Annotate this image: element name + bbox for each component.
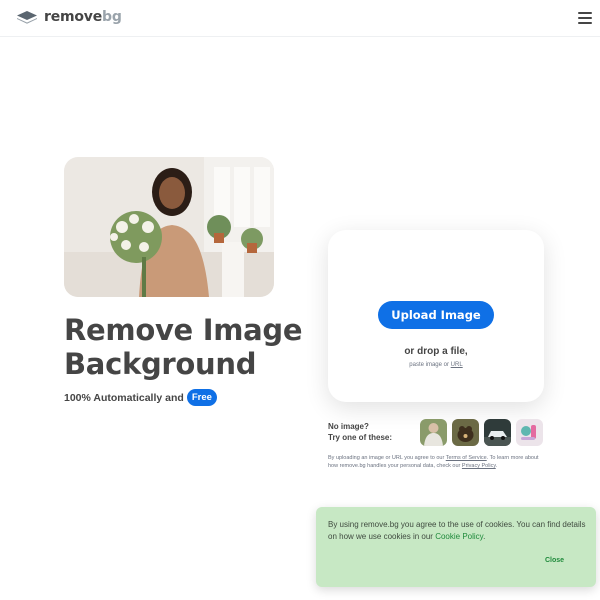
top-nav: removebg	[0, 0, 600, 37]
terms-of-service-link[interactable]: Terms of Service	[446, 455, 487, 461]
subtitle-text: 100% Automatically and	[64, 391, 184, 404]
logo-icon	[17, 11, 37, 24]
paste-prefix: paste image or	[409, 362, 449, 368]
page-title: Remove Image Background	[64, 313, 314, 381]
logo-text-secondary: bg	[102, 9, 122, 25]
sample-product[interactable]	[516, 419, 543, 446]
cookie-banner: By using remove.bg you agree to the use …	[316, 507, 596, 587]
logo-text: removebg	[44, 9, 122, 25]
free-badge: Free	[186, 389, 217, 406]
sample-prompt: No image? Try one of these:	[328, 421, 392, 443]
logo-text-primary: remove	[44, 9, 103, 25]
sample-prompt-line-2: Try one of these:	[328, 433, 393, 442]
logo[interactable]: removebg	[16, 9, 122, 25]
hamburger-icon[interactable]	[578, 12, 592, 24]
sample-animal[interactable]	[452, 419, 479, 446]
subtitle: 100% Automatically and Free	[64, 389, 217, 406]
hero-image	[64, 157, 274, 297]
upload-image-button[interactable]: Upload Image	[378, 301, 494, 329]
paste-text: paste image or URL	[328, 362, 544, 368]
sample-car[interactable]	[484, 419, 511, 446]
sample-person[interactable]	[420, 419, 447, 446]
paste-url-link[interactable]: URL	[451, 362, 463, 368]
privacy-policy-link[interactable]: Privacy Policy	[462, 463, 496, 469]
drop-file-text: or drop a file,	[404, 346, 468, 357]
terms-text-1: By uploading an image or URL you agree t…	[328, 455, 445, 461]
sample-prompt-line-1: No image?	[328, 422, 369, 431]
cookie-close-button[interactable]: Close	[545, 557, 564, 564]
terms-notice: By uploading an image or URL you agree t…	[328, 454, 544, 470]
cookie-text: By using remove.bg you agree to the use …	[328, 519, 590, 543]
terms-text-3: .	[495, 463, 498, 469]
title-line-1: Remove Image	[64, 313, 303, 347]
upload-card[interactable]: Upload Image or drop a file, paste image…	[328, 230, 544, 402]
cookie-message-end: .	[483, 532, 486, 541]
cookie-policy-link[interactable]: Cookie Policy	[435, 532, 483, 541]
title-line-2: Background	[64, 347, 257, 381]
page: removebg Remove Image Background 100% Au…	[0, 0, 600, 600]
